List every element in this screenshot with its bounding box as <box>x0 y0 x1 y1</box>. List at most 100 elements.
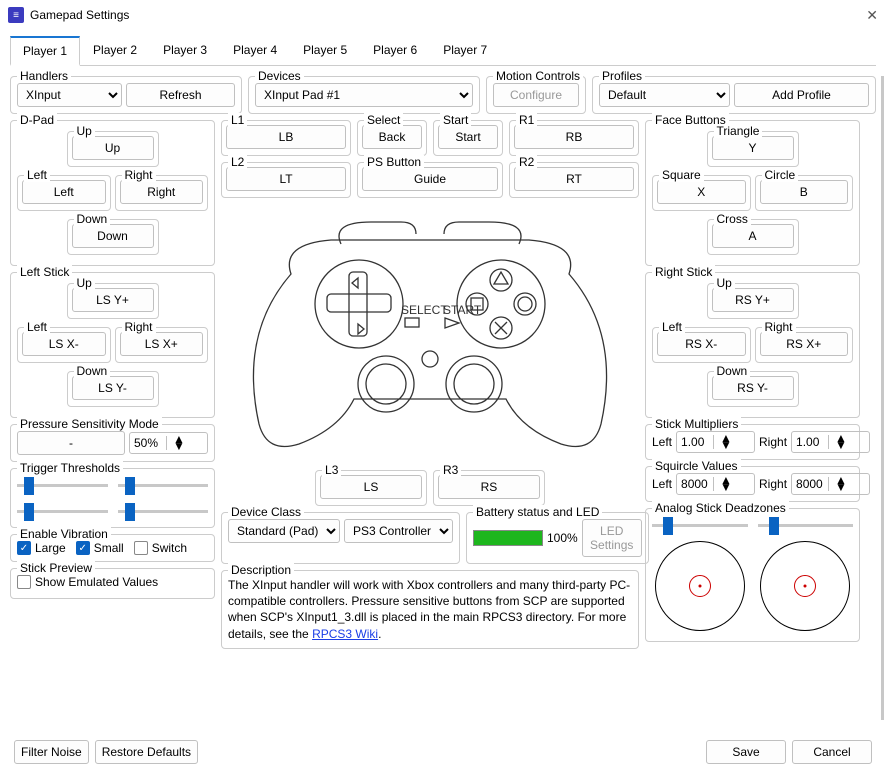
r1-button[interactable]: RB <box>514 125 634 149</box>
dpad-title: D-Pad <box>17 113 57 127</box>
stickmult-right-spin[interactable]: 1.00▲▼ <box>791 431 870 453</box>
squircle-right-spin[interactable]: 8000▲▼ <box>791 473 870 495</box>
vibration-large-check[interactable]: ✓Large <box>17 541 66 555</box>
svg-text:SELECT: SELECT <box>401 303 448 317</box>
triangle-label: Triangle <box>714 124 763 138</box>
l1-button[interactable]: LB <box>226 125 346 149</box>
start-label: Start <box>440 113 471 127</box>
filter-noise-button[interactable]: Filter Noise <box>14 740 89 764</box>
tab-player-1[interactable]: Player 1 <box>10 36 80 66</box>
square-label: Square <box>659 168 704 182</box>
add-profile-button[interactable]: Add Profile <box>734 83 869 107</box>
vibration-group: Enable Vibration ✓Large ✓Small Switch <box>10 534 215 562</box>
tab-player-5[interactable]: Player 5 <box>290 36 360 66</box>
l2-button[interactable]: LT <box>226 167 346 191</box>
motion-configure-button[interactable]: Configure <box>493 83 579 107</box>
stickmult-right-label: Right <box>759 435 787 449</box>
stickpreview-group: Stick Preview Show Emulated Values <box>10 568 215 599</box>
save-button[interactable]: Save <box>706 740 786 764</box>
dpad-group: D-Pad Up Up Left Left Right Right Down D… <box>10 120 215 266</box>
pressure-key-button[interactable]: - <box>17 431 125 455</box>
devices-group: Devices XInput Pad #1 <box>248 76 480 114</box>
stickmult-group: Stick Multipliers Left 1.00▲▼ Right 1.00… <box>645 424 860 460</box>
led-settings-button[interactable]: LED Settings <box>582 519 642 557</box>
tab-player-6[interactable]: Player 6 <box>360 36 430 66</box>
left-column: D-Pad Up Up Left Left Right Right Down D… <box>10 120 215 649</box>
trigger-left-slider[interactable] <box>17 475 108 495</box>
stickpreview-title: Stick Preview <box>17 561 95 575</box>
squircle-right-label: Right <box>759 477 787 491</box>
pressure-spin[interactable]: 50%▲▼ <box>129 432 208 454</box>
squircle-left-spin[interactable]: 8000▲▼ <box>676 473 755 495</box>
trigger-left-slider-2[interactable] <box>17 501 108 521</box>
ps-label: PS Button <box>364 155 424 169</box>
rs-left-button[interactable]: RS X- <box>657 332 746 356</box>
rs-up-label: Up <box>714 276 735 290</box>
deadzones-group: Analog Stick Deadzones <box>645 508 860 642</box>
tab-player-7[interactable]: Player 7 <box>430 36 500 66</box>
tab-player-4[interactable]: Player 4 <box>220 36 290 66</box>
handlers-label: Handlers <box>17 69 71 83</box>
select-button[interactable]: Back <box>362 125 422 149</box>
description-text: The XInput handler will work with Xbox c… <box>228 577 632 642</box>
rs-up-button[interactable]: RS Y+ <box>712 288 794 312</box>
controller-image: SELECT START <box>221 204 639 464</box>
r3-button[interactable]: RS <box>438 475 540 499</box>
dpad-up-button[interactable]: Up <box>72 136 154 160</box>
wiki-link[interactable]: RPCS3 Wiki <box>312 627 378 641</box>
refresh-button[interactable]: Refresh <box>126 83 235 107</box>
r2-button[interactable]: RT <box>514 167 634 191</box>
tab-player-3[interactable]: Player 3 <box>150 36 220 66</box>
devices-select[interactable]: XInput Pad #1 <box>255 83 473 107</box>
dpad-down-label: Down <box>74 212 111 226</box>
tab-player-2[interactable]: Player 2 <box>80 36 150 66</box>
squircle-left-label: Left <box>652 477 672 491</box>
stickmult-title: Stick Multipliers <box>652 417 741 431</box>
deviceclass-title: Device Class <box>228 505 304 519</box>
ps-button[interactable]: Guide <box>362 167 498 191</box>
restore-defaults-button[interactable]: Restore Defaults <box>95 740 198 764</box>
scrollbar[interactable] <box>881 76 884 720</box>
battery-title: Battery status and LED <box>473 505 602 519</box>
close-icon[interactable]: ✕ <box>866 7 878 24</box>
description-group: Description The XInput handler will work… <box>221 570 639 649</box>
trigger-right-slider[interactable] <box>118 475 209 495</box>
deviceclass-b-select[interactable]: PS3 Controller <box>344 519 453 543</box>
vibration-switch-check[interactable]: Switch <box>134 541 187 555</box>
cross-button[interactable]: A <box>712 224 794 248</box>
dz-right-preview <box>760 541 850 631</box>
dpad-left-button[interactable]: Left <box>22 180 106 204</box>
triangle-button[interactable]: Y <box>712 136 794 160</box>
rs-left-label: Left <box>659 320 685 334</box>
dpad-right-label: Right <box>122 168 156 182</box>
ls-down-button[interactable]: LS Y- <box>72 376 154 400</box>
profiles-select[interactable]: Default <box>599 83 730 107</box>
ls-left-button[interactable]: LS X- <box>22 332 106 356</box>
vibration-small-check[interactable]: ✓Small <box>76 541 124 555</box>
dpad-down-button[interactable]: Down <box>72 224 154 248</box>
circle-button[interactable]: B <box>760 180 849 204</box>
square-button[interactable]: X <box>657 180 746 204</box>
handlers-group: Handlers XInput Refresh <box>10 76 242 114</box>
start-button[interactable]: Start <box>438 125 498 149</box>
titlebar: ≡ Gamepad Settings ✕ <box>0 0 886 30</box>
ls-up-button[interactable]: LS Y+ <box>72 288 154 312</box>
rs-right-button[interactable]: RS X+ <box>760 332 849 356</box>
l2-label: L2 <box>228 155 247 169</box>
trigger-right-slider-2[interactable] <box>118 501 209 521</box>
window-title: Gamepad Settings <box>30 8 866 22</box>
dz-right-slider[interactable] <box>758 515 854 535</box>
battery-bar <box>473 530 543 546</box>
stickmult-left-spin[interactable]: 1.00▲▼ <box>676 431 755 453</box>
rs-down-button[interactable]: RS Y- <box>712 376 794 400</box>
show-emulated-check[interactable]: Show Emulated Values <box>17 575 158 589</box>
l3-button[interactable]: LS <box>320 475 422 499</box>
deviceclass-group: Device Class Standard (Pad) PS3 Controll… <box>221 512 460 564</box>
rightstick-group: Right Stick UpRS Y+ LeftRS X- RightRS X+… <box>645 272 860 418</box>
cancel-button[interactable]: Cancel <box>792 740 872 764</box>
deviceclass-a-select[interactable]: Standard (Pad) <box>228 519 340 543</box>
dz-left-slider[interactable] <box>652 515 748 535</box>
handlers-select[interactable]: XInput <box>17 83 122 107</box>
dpad-right-button[interactable]: Right <box>120 180 204 204</box>
ls-right-button[interactable]: LS X+ <box>120 332 204 356</box>
